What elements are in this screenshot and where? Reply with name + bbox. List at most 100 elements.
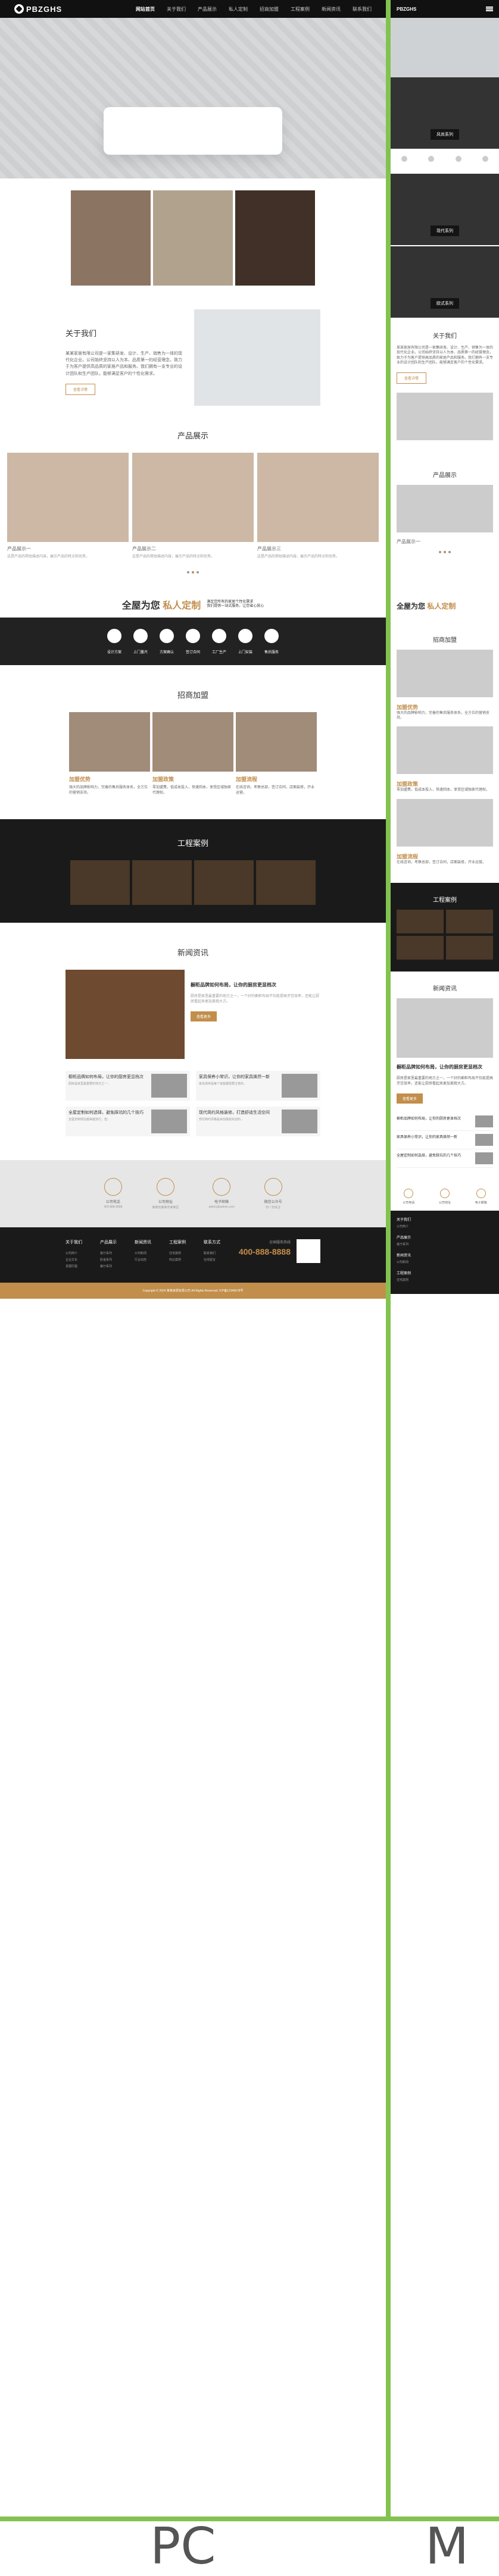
news-list-image — [151, 1110, 187, 1134]
m-news-img — [475, 1133, 493, 1146]
m-logo[interactable]: PBZGHS — [397, 7, 416, 12]
join-desc: 在线咨询，考察总部，签订合同，店面装修，开业运营。 — [236, 786, 315, 795]
product-name: 产品展示三 — [257, 546, 281, 551]
join-image — [236, 712, 317, 772]
nav-link[interactable]: 私人定制 — [229, 6, 248, 12]
dark-strip: 设计方案 上门量尺 方案确认 签订合同 工厂生产 上门安装 售后服务 — [0, 618, 386, 666]
about-image — [194, 309, 320, 406]
join-card[interactable]: 加盟政策 零加盟费，低成本投入，快速回本，享受区域独家代理权。 — [152, 712, 233, 795]
nav-link[interactable]: 关于我们 — [167, 6, 186, 12]
m-case-img[interactable] — [397, 936, 444, 960]
m-icon-bar — [391, 150, 499, 168]
strip-item: 设计方案 — [107, 628, 121, 654]
m-about-btn[interactable]: 查看详情 — [397, 372, 427, 384]
hamburger-icon[interactable] — [486, 7, 493, 11]
hero-sofa-graphic — [104, 107, 282, 155]
about-btn[interactable]: 查看详情 — [66, 383, 96, 395]
dot-active[interactable] — [192, 571, 194, 574]
case-image[interactable] — [132, 860, 192, 905]
pc-custom-banner: 全屋为您 私人定制 满足您所有的家居个性化需求 我们提供一站式服务，让您省心放心 … — [0, 597, 386, 666]
nav-link[interactable]: 工程案例 — [291, 6, 310, 12]
tile-image[interactable] — [71, 190, 151, 286]
news-list-image — [151, 1074, 187, 1098]
pc-label: PC — [150, 2517, 216, 2576]
custom-sub: 满足您所有的家居个性化需求 我们提供一站式服务，让您省心放心 — [207, 600, 264, 609]
m-cases: 工程案例 — [391, 883, 499, 972]
news-list-title: 现代简约风格装修，打造舒适生活空间 — [199, 1111, 270, 1115]
footer-col: 联系方式 联系我们 在线留言 — [204, 1240, 220, 1262]
m-hero — [391, 18, 499, 77]
m-news-img — [475, 1115, 493, 1127]
m-footer: 关于我们 公司简介 产品展示 客厅系列 新闻资讯 公司新闻 工程案例 住宅案例 — [391, 1210, 499, 1294]
news-main-image[interactable] — [66, 970, 185, 1060]
nav-link[interactable]: 联系我们 — [353, 6, 372, 12]
email-icon — [213, 1178, 231, 1196]
news-list-title: 橱柜品牌如何布局，让你的厨房更显档次 — [68, 1075, 144, 1080]
bg-text: ABOUT US — [89, 318, 160, 334]
m-card[interactable]: 欧式系列 — [391, 246, 499, 318]
m-news-item[interactable]: 全屋定制如何选择，避免踩坑的几个技巧 — [397, 1152, 493, 1168]
m-card[interactable]: 风尚系列 — [391, 77, 499, 149]
tile-image[interactable] — [153, 190, 233, 286]
news-list-desc: 厨房是家里最重要的地方之一... — [68, 1082, 110, 1086]
m-case-img[interactable] — [446, 910, 493, 934]
news-list-image — [282, 1074, 317, 1098]
news-list-item[interactable]: 家具保养小常识，让你的家具焕然一新 家具保养是每个家庭都需要注意的... — [196, 1071, 320, 1101]
pc-footer: 关于我们 公司简介 企业文化 发展历程 产品展示 客厅系列 卧室系列 餐厅系列 … — [0, 1227, 386, 1283]
strip-icon — [264, 628, 279, 643]
pc-contact: 公司电话 400-888-8888 公司地址 某某省某某市某某区 电子邮箱 ad… — [0, 1160, 386, 1228]
dot[interactable] — [187, 571, 189, 574]
m-case-img[interactable] — [397, 910, 444, 934]
case-image[interactable] — [256, 860, 316, 905]
nav-link[interactable]: 招商加盟 — [260, 6, 279, 12]
footer-phone-area: 全国服务热线 400-888-8888 — [238, 1241, 291, 1257]
nav-link[interactable]: 新闻资讯 — [322, 6, 341, 12]
product-desc: 这是产品的简短描述内容，展示产品的特点和优势。 — [132, 555, 215, 559]
pc-logo[interactable]: PBZGHS — [14, 4, 62, 14]
strip-item: 上门安装 — [238, 628, 252, 654]
news-list-item[interactable]: 全屋定制如何选择，避免踩坑的几个技巧 全屋定制现在越来越流行，但... — [66, 1107, 190, 1137]
join-card[interactable]: 加盟流程 在线咨询，考察总部，签订合同，店面装修，开业运营。 — [236, 712, 317, 795]
m-contact-item: 电子邮箱 — [475, 1188, 487, 1205]
news-list-desc: 现代简约风格是目前最受欢迎的... — [199, 1118, 244, 1122]
m-news: 新闻资讯 橱柜品牌如何布局，让你的厨房更显档次 厨房是家里最重要的地方之一，一个… — [391, 972, 499, 1183]
pc-join: 加盟优势 强大的品牌影响力，完善的售后服务体系，全方位的营销支持。 加盟政策 零… — [0, 712, 386, 795]
qr-code — [297, 1239, 320, 1264]
pc-tiles — [0, 190, 386, 286]
news-list-item[interactable]: 现代简约风格装修，打造舒适生活空间 现代简约风格是目前最受欢迎的... — [196, 1107, 320, 1137]
dot-active[interactable] — [444, 550, 446, 553]
pc-about: ABOUT US 关于我们 某某家居有限公司是一家集研发、设计、生产、销售为一体… — [0, 309, 386, 406]
news-list-title: 家具保养小常识，让你的家具焕然一新 — [199, 1075, 270, 1080]
section-title: ABOUT US 关于我们 — [66, 318, 160, 338]
dot[interactable] — [448, 550, 451, 553]
news-list-text: 家具保养小常识，让你的家具焕然一新 家具保养是每个家庭都需要注意的... — [199, 1074, 276, 1098]
strip-item: 签订合同 — [185, 628, 200, 654]
m-news-item[interactable]: 橱柜品牌如何布局，让你的厨房更显档次 — [397, 1115, 493, 1131]
case-image[interactable] — [194, 860, 254, 905]
news-title[interactable]: 橱柜品牌如何布局，让你的厨房更显档次 — [191, 982, 320, 988]
dot[interactable] — [439, 550, 441, 553]
case-image[interactable] — [70, 860, 130, 905]
m-case-img[interactable] — [446, 936, 493, 960]
product-card[interactable]: 产品展示三 这是产品的简短描述内容，展示产品的特点和优势。 — [257, 453, 379, 559]
m-products: 产品展示 产品展示一 — [391, 458, 499, 589]
join-desc: 强大的品牌影响力，完善的售后服务体系，全方位的营销支持。 — [69, 786, 148, 795]
m-news-item[interactable]: 家具保养小常识，让你的家具焕然一新 — [397, 1133, 493, 1149]
nav-link[interactable]: 产品展示 — [198, 6, 217, 12]
dot[interactable] — [197, 571, 199, 574]
m-join: 招商加盟 加盟优势 强大的品牌影响力，完善的售后服务体系，全方位的营销支持。 加… — [391, 623, 499, 883]
tile-image[interactable] — [235, 190, 315, 286]
news-list-item[interactable]: 橱柜品牌如何布局，让你的厨房更显档次 厨房是家里最重要的地方之一... — [66, 1071, 190, 1101]
nav-link[interactable]: 网站首页 — [136, 6, 155, 12]
product-card[interactable]: 产品展示二 这是产品的简短描述内容，展示产品的特点和优势。 — [132, 453, 254, 559]
contact-item: 公司电话 400-888-8888 — [104, 1178, 122, 1209]
join-card[interactable]: 加盟优势 强大的品牌影响力，完善的售后服务体系，全方位的营销支持。 — [69, 712, 150, 795]
m-c-icon — [476, 1188, 486, 1198]
pc-nav-links: 网站首页 关于我们 产品展示 私人定制 招商加盟 工程案例 新闻资讯 联系我们 — [136, 6, 372, 12]
news-btn[interactable]: 查看更多 — [191, 1011, 217, 1021]
m-card[interactable]: 现代系列 — [391, 174, 499, 245]
pc-hero — [0, 18, 386, 178]
about-text-container: ABOUT US 关于我们 某某家居有限公司是一家集研发、设计、生产、销售为一体… — [66, 309, 182, 406]
product-card[interactable]: 产品展示一 这是产品的简短描述内容，展示产品的特点和优势。 — [7, 453, 129, 559]
footer-col: 关于我们 公司简介 企业文化 发展历程 — [66, 1240, 82, 1269]
